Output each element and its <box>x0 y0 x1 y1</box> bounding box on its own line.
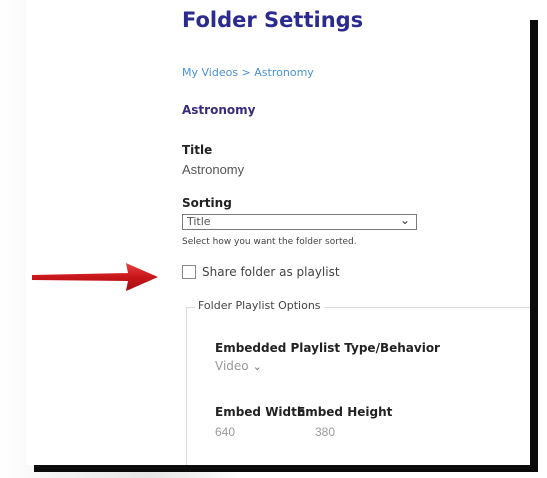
share-playlist-checkbox[interactable] <box>182 265 196 279</box>
embed-height-label: Embed Height <box>297 405 393 419</box>
red-arrow-icon <box>32 263 158 291</box>
playlist-type-value: Video <box>215 359 249 373</box>
embed-width-input[interactable]: 640 <box>215 425 235 439</box>
embed-width-label: Embed Width <box>215 405 306 419</box>
sorting-label: Sorting <box>182 196 232 210</box>
folder-name-heading: Astronomy <box>182 103 256 117</box>
embed-height-input[interactable]: 380 <box>315 425 335 439</box>
playlist-options-fieldset: Folder Playlist Options Embedded Playlis… <box>186 299 530 465</box>
chevron-down-icon: ⌄ <box>252 359 262 373</box>
chevron-down-icon: ⌄ <box>399 213 410 227</box>
settings-panel: Folder Settings My Videos > Astronomy As… <box>26 0 530 465</box>
breadcrumb-current-link[interactable]: Astronomy <box>254 66 314 79</box>
breadcrumb-root-link[interactable]: My Videos <box>182 66 238 79</box>
sorting-hint: Select how you want the folder sorted. <box>182 237 357 247</box>
title-value[interactable]: Astronomy <box>182 162 244 177</box>
playlist-type-label: Embedded Playlist Type/Behavior <box>215 341 440 355</box>
share-playlist-label[interactable]: Share folder as playlist <box>202 265 340 279</box>
playlist-options-legend: Folder Playlist Options <box>195 299 324 312</box>
breadcrumb: My Videos > Astronomy <box>182 66 314 79</box>
sorting-select-value: Title <box>187 215 211 228</box>
sorting-select[interactable]: Title ⌄ <box>182 213 417 230</box>
breadcrumb-separator: > <box>238 66 255 79</box>
page-title: Folder Settings <box>182 8 364 32</box>
share-playlist-row[interactable]: Share folder as playlist <box>182 265 340 279</box>
title-label: Title <box>182 143 213 157</box>
playlist-type-select[interactable]: Video ⌄ <box>215 359 262 373</box>
